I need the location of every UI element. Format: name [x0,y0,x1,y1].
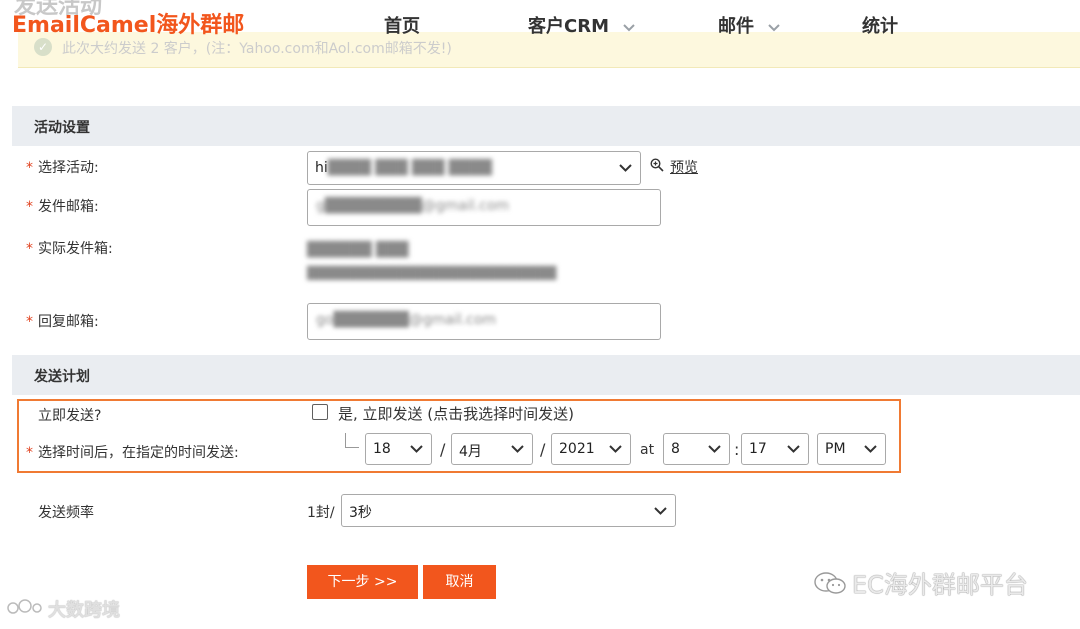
year-select[interactable]: 2021 [551,433,631,465]
send-now-checkbox[interactable] [312,404,328,420]
required-asterisk: * [26,160,33,176]
chevron-down-icon [619,164,632,172]
actual-sender-address: ███████████████████████████ [307,266,557,280]
chevron-down-icon [787,445,800,453]
reply-email-label: * 回复邮箱: [26,311,99,331]
watermark-right: EC海外群邮平台 [852,571,1028,599]
label-text: 选择活动: [38,160,99,176]
select-activity-label: * 选择活动: [26,157,99,177]
actual-sender-label: * 实际发件箱: [26,238,113,258]
nav-item-home[interactable]: 首页 [384,12,420,38]
month-value: 4月 [459,444,482,460]
section-header-send-plan: 发送计划 [12,355,1080,395]
chevron-down-icon [410,445,423,453]
section-title: 发送计划 [34,369,90,385]
frequency-select[interactable]: 3秒 [341,494,676,527]
check-circle-icon: ✓ [34,38,52,56]
label-text: 发件邮箱: [38,199,99,215]
nav-item-label: 统计 [862,16,898,37]
watermark-left-text: 大数跨境 [48,600,120,621]
chevron-down-icon [609,445,622,453]
reply-email-value: go███████@gmail.com [316,312,497,328]
label-text: 回复邮箱: [38,314,99,330]
logo[interactable]: EmailCamel海外群邮 [12,7,244,39]
chevron-down-icon [768,20,780,36]
month-select[interactable]: 4月 [451,433,533,465]
weibo-icon [6,598,44,621]
required-asterisk: * [26,199,33,215]
at-label: at [640,442,655,458]
watermark-left: 大数跨境 [6,596,120,622]
nav-item-label: 首页 [384,16,420,37]
section-title: 活动设置 [34,120,90,136]
frequency-label: 发送频率 [38,505,94,521]
date-separator: / [440,440,446,459]
minute-select[interactable]: 17 [741,433,809,465]
frequency-prefix: 1封/ [307,505,335,521]
preview-label: 预览 [670,160,698,176]
required-asterisk: * [26,445,33,461]
hour-select[interactable]: 8 [663,433,730,465]
frequency-value: 3秒 [349,505,372,521]
wechat-icon [814,572,846,594]
schedule-label: * 选择时间后，在指定的时间发送: [26,442,239,462]
preview-link[interactable]: 预览 [650,157,698,177]
cancel-button[interactable]: 取消 [423,565,496,599]
nav-item-crm[interactable]: 客户CRM [528,12,635,38]
chevron-down-icon [708,445,721,453]
sender-email-value: g█████████@gmail.com [316,198,510,214]
nav-item-label: 客户CRM [528,16,609,37]
chevron-down-icon [623,20,635,36]
reply-email-field[interactable]: go███████@gmail.com [307,303,661,340]
ampm-select[interactable]: PM [817,433,886,465]
sender-email-label: * 发件邮箱: [26,196,99,216]
send-now-checkbox-label[interactable]: 是, 立即发送 (点击我选择时间发送) [338,403,574,424]
chevron-down-icon [864,445,877,453]
label-text: 实际发件箱: [38,241,113,257]
section-header-activity: 活动设置 [12,106,1080,146]
nav-item-mail[interactable]: 邮件 [718,12,780,38]
hour-value: 8 [671,441,680,457]
label-text: 选择时间后，在指定的时间发送: [38,445,239,461]
chevron-down-icon [511,445,524,453]
activity-select-value: hi [315,160,328,176]
required-asterisk: * [26,314,33,330]
minute-value: 17 [749,441,767,457]
nav-item-label: 邮件 [718,16,754,37]
tree-connector [345,433,359,448]
activity-select-blurred: ████ ███ ███ ████ [327,160,492,176]
activity-select[interactable]: hi████ ███ ███ ████ [307,151,641,185]
actual-sender-name: ██████ ███ [307,242,409,258]
day-value: 18 [373,441,391,457]
day-select[interactable]: 18 [365,433,432,465]
zoom-in-icon [650,158,664,176]
sender-email-field[interactable]: g█████████@gmail.com [307,189,661,226]
next-step-button[interactable]: 下一步 >> [307,565,418,599]
notice-text: 此次大约发送 2 客户，(注：Yahoo.com和Aol.com邮箱不发!) [62,41,452,57]
nav-item-stats[interactable]: 统计 [862,12,898,38]
send-now-label: 立即发送? [38,408,102,424]
chevron-down-icon [654,506,667,515]
time-separator: : [734,440,740,459]
date-separator: / [540,440,546,459]
required-asterisk: * [26,241,33,257]
ampm-value: PM [825,441,846,457]
year-value: 2021 [559,441,595,457]
